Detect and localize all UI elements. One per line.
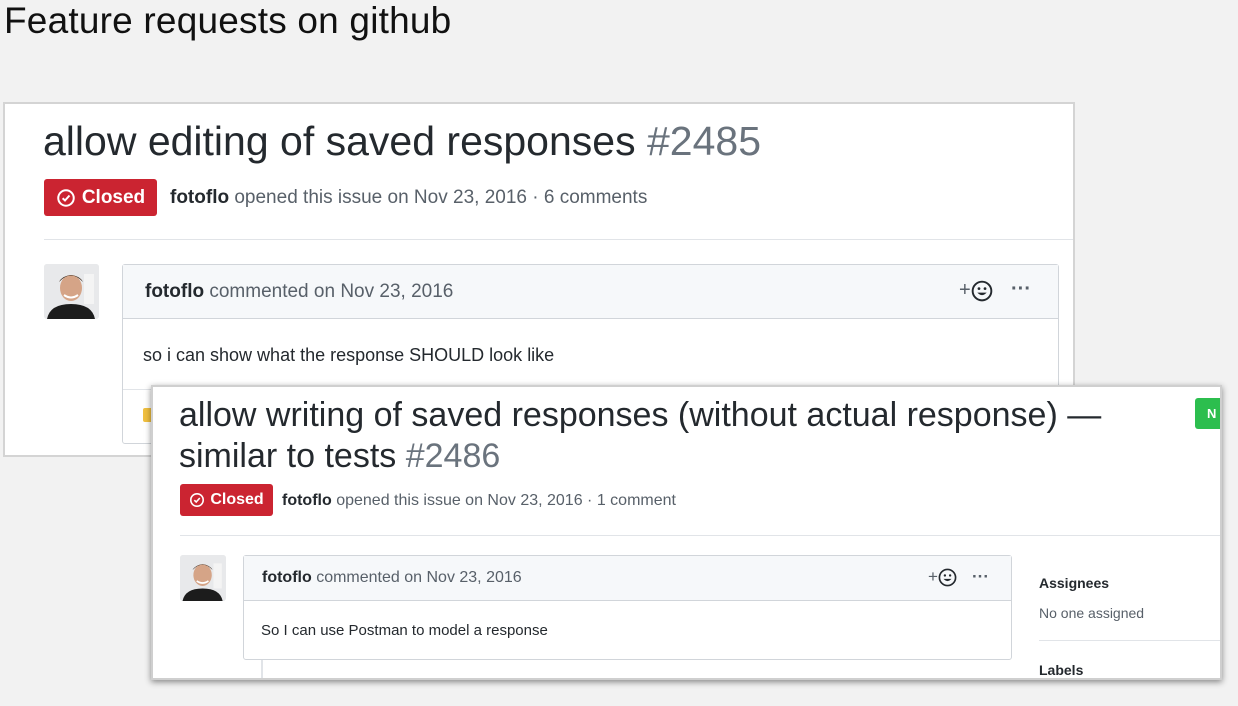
issue-closed-icon <box>190 493 205 507</box>
issue-title-line-1: allow writing of saved responses (withou… <box>179 396 1102 434</box>
sidebar-divider <box>1039 640 1220 641</box>
labels-heading[interactable]: Labels <box>1039 662 1083 678</box>
avatar-image <box>180 555 226 601</box>
issue-title: allow editing of saved responses #2485 <box>43 118 761 165</box>
comment-header: fotoflo commented on Nov 23, 2016 + ··· <box>244 556 1011 601</box>
issue-number: #2485 <box>646 118 761 164</box>
smiley-icon <box>938 568 957 586</box>
avatar[interactable] <box>180 555 226 601</box>
comment-author: fotoflo commented on Nov 23, 2016 <box>262 569 522 587</box>
issue-opened-text: opened this issue on Nov 23, 2016 · 1 co… <box>336 492 676 509</box>
divider <box>180 535 1220 536</box>
issue-number: #2486 <box>405 437 501 475</box>
comment-timestamp[interactable]: commented on Nov 23, 2016 <box>209 281 453 302</box>
reaction-plus: + <box>959 279 971 301</box>
issue-2486-screenshot: allow writing of saved responses (withou… <box>151 385 1222 680</box>
avatar[interactable] <box>44 264 99 319</box>
comment-author-link[interactable]: fotoflo <box>262 569 312 586</box>
comment-header: fotoflo commented on Nov 23, 2016 + ··· <box>123 265 1058 319</box>
avatar-image <box>44 264 99 319</box>
comment-body: so i can show what the response SHOULD l… <box>143 345 555 365</box>
issue-title: allow writing of saved responses (withou… <box>179 395 1101 477</box>
add-reaction-button[interactable]: + <box>959 279 993 302</box>
comment-body: So I can use Postman to model a response <box>261 622 548 639</box>
divider <box>44 239 1073 240</box>
add-reaction-button[interactable]: + <box>928 567 957 587</box>
closed-badge-label: Closed <box>81 186 146 208</box>
issue-author-link[interactable]: fotoflo <box>282 492 332 509</box>
assignees-value: No one assigned <box>1039 605 1145 621</box>
comment-options-kebab-icon[interactable]: ··· <box>972 567 989 587</box>
comment-author: fotoflo commented on Nov 23, 2016 <box>145 281 453 303</box>
issue-title-text: allow editing of saved responses <box>43 118 636 164</box>
comment-author-link[interactable]: fotoflo <box>145 281 204 302</box>
closed-badge: Closed <box>180 484 273 516</box>
issue-closed-icon <box>57 188 75 207</box>
issue-meta: fotoflo opened this issue on Nov 23, 201… <box>282 492 676 510</box>
slide-title: Feature requests on github <box>4 0 452 41</box>
comment: fotoflo commented on Nov 23, 2016 + ··· … <box>243 555 1012 660</box>
assignees-heading[interactable]: Assignees <box>1039 575 1109 591</box>
reaction-plus: + <box>928 567 938 586</box>
issue-meta: fotoflo opened this issue on Nov 23, 201… <box>170 187 647 209</box>
issue-title-line-2: similar to tests <box>179 437 397 475</box>
closed-badge: Closed <box>44 179 157 216</box>
comment-options-kebab-icon[interactable]: ··· <box>1011 278 1031 301</box>
issue-opened-text: opened this issue on Nov 23, 2016 · 6 co… <box>234 187 648 208</box>
timeline-line <box>261 660 263 678</box>
new-issue-button[interactable]: N <box>1195 398 1220 429</box>
smiley-icon <box>971 280 993 301</box>
issue-author-link[interactable]: fotoflo <box>170 187 229 208</box>
closed-badge-label: Closed <box>210 491 264 508</box>
comment-timestamp[interactable]: commented on Nov 23, 2016 <box>316 569 521 586</box>
